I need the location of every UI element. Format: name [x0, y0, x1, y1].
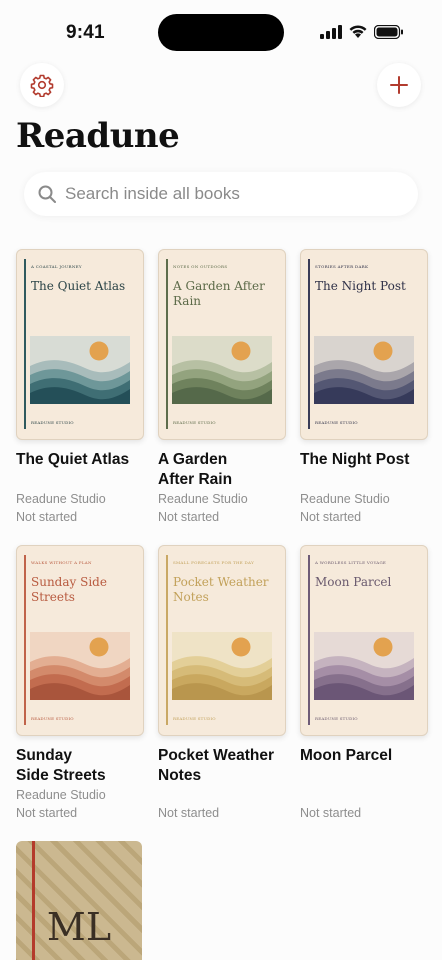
- book-status: Not started: [300, 806, 362, 820]
- book-cover-partial[interactable]: ML: [16, 841, 142, 960]
- cover-kicker: A wordless little voyage: [315, 560, 387, 565]
- dynamic-island: [158, 14, 284, 51]
- book-spine: [308, 555, 310, 725]
- cover-landscape-art: [172, 632, 272, 700]
- book-cover[interactable]: Walks without a plan Sunday Side Streets R…: [16, 545, 144, 736]
- cover-kicker: Notes on outdoors: [173, 264, 228, 269]
- book-status: Not started: [16, 806, 78, 820]
- cover-imprint: Readune Studio: [31, 716, 74, 721]
- book-card[interactable]: Small forecasts for the day Pocket Weathe…: [158, 545, 286, 822]
- book-author: Readune Studio: [16, 788, 106, 802]
- cover-title: The Quiet Atlas: [31, 279, 126, 293]
- battery-icon: [374, 24, 403, 39]
- book-title-line1: Pocket Weather: [158, 747, 275, 764]
- book-spine: [24, 555, 26, 725]
- book-card[interactable]: Stories after dark The Night Post Readune …: [300, 249, 428, 526]
- search-icon: [38, 185, 56, 203]
- book-card[interactable]: A wordless little voyage Moon Parcel Readu…: [300, 545, 428, 822]
- status-bar: 9:41: [0, 0, 442, 64]
- status-time: 9:41: [66, 22, 105, 43]
- cover-landscape-art: [30, 336, 130, 404]
- book-card[interactable]: A coastal journey The Quiet Atlas Readune …: [16, 249, 144, 526]
- cover-title: The Night Post: [315, 279, 406, 293]
- book-status: Not started: [158, 806, 220, 820]
- gear-icon: [30, 74, 54, 97]
- book-card[interactable]: Walks without a plan Sunday Side Streets R…: [16, 545, 144, 822]
- add-book-button[interactable]: [377, 63, 421, 107]
- cover-title: Pocket Weather Notes: [173, 575, 269, 604]
- book-author: Readune Studio: [300, 492, 390, 506]
- cover-imprint: Readune Studio: [173, 716, 216, 721]
- book-author: Readune Studio: [16, 492, 106, 506]
- cover-title: A Garden After Rain: [173, 279, 265, 308]
- search-input[interactable]: [65, 184, 395, 204]
- book-author: [158, 786, 286, 804]
- book-title-line2: Notes: [158, 767, 202, 784]
- cover-kicker: A coastal journey: [31, 264, 82, 269]
- book-cover[interactable]: A wordless little voyage Moon Parcel Readu…: [300, 545, 428, 736]
- cover-kicker: Walks without a plan: [31, 560, 92, 565]
- book-title-line2: [300, 470, 428, 490]
- cover-imprint: Readune Studio: [173, 420, 216, 425]
- cover-imprint: Readune Studio: [315, 716, 358, 721]
- book-title-line2: [300, 766, 428, 786]
- book-spine: [166, 555, 168, 725]
- cover-imprint: Readune Studio: [31, 420, 74, 425]
- book-title-line1: A Garden: [158, 451, 228, 468]
- cover-monogram: ML: [46, 905, 112, 949]
- book-title-line1: Moon Parcel: [300, 747, 393, 764]
- settings-button[interactable]: [20, 63, 64, 107]
- book-author: Readune Studio: [158, 492, 248, 506]
- book-title-line2: [16, 470, 144, 490]
- page-title: Readune: [16, 116, 180, 156]
- book-title-line1: The Night Post: [300, 451, 410, 468]
- book-cover[interactable]: Notes on outdoors A Garden After Rain Read…: [158, 249, 286, 440]
- book-title-line1: Sunday: [16, 747, 72, 764]
- cover-landscape-art: [30, 632, 130, 700]
- search-bar[interactable]: [24, 172, 418, 216]
- book-status: Not started: [16, 510, 78, 524]
- wifi-icon: [349, 25, 367, 38]
- book-title-line1: The Quiet Atlas: [16, 451, 130, 468]
- cover-kicker: Small forecasts for the day: [173, 560, 255, 565]
- cover-landscape-art: [314, 632, 414, 700]
- cover-title: Moon Parcel: [315, 575, 392, 589]
- book-status: Not started: [158, 510, 220, 524]
- book-cover[interactable]: Stories after dark The Night Post Readune …: [300, 249, 428, 440]
- book-card[interactable]: Notes on outdoors A Garden After Rain Read…: [158, 249, 286, 526]
- book-cover[interactable]: Small forecasts for the day Pocket Weathe…: [158, 545, 286, 736]
- cover-imprint: Readune Studio: [315, 420, 358, 425]
- cellular-signal-icon: [320, 24, 342, 39]
- plus-icon: [390, 76, 408, 94]
- cover-kicker: Stories after dark: [315, 264, 369, 269]
- book-title-line2: Side Streets: [16, 767, 106, 784]
- status-icons: [320, 24, 404, 39]
- cover-landscape-art: [314, 336, 414, 404]
- book-spine: [24, 259, 26, 429]
- book-status: Not started: [300, 510, 362, 524]
- book-title-line2: After Rain: [158, 471, 233, 488]
- cover-title: Sunday Side Streets: [31, 575, 107, 604]
- book-spine: [166, 259, 168, 429]
- book-cover[interactable]: A coastal journey The Quiet Atlas Readune …: [16, 249, 144, 440]
- cover-landscape-art: [172, 336, 272, 404]
- book-spine: [308, 259, 310, 429]
- book-author: [300, 786, 428, 804]
